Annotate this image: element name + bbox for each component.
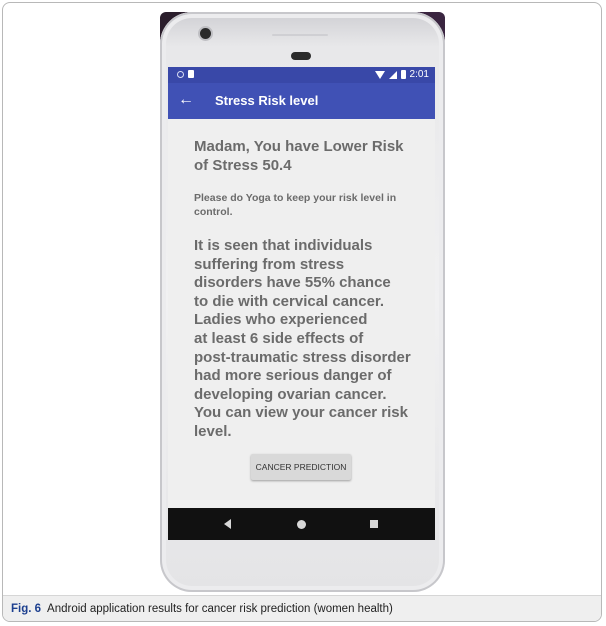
figure-caption: Fig. 6 Android application results for ca… xyxy=(3,595,601,621)
back-arrow-icon[interactable]: ← xyxy=(178,91,194,109)
status-left-icons xyxy=(177,70,194,78)
advice-text: Please do Yoga to keep your risk level i… xyxy=(194,192,397,218)
caption-text: Android application results for cancer r… xyxy=(47,603,393,615)
status-right-icons: 2:01 xyxy=(374,69,429,80)
nav-home-icon[interactable] xyxy=(297,520,306,529)
risk-headline: Madam, You have Lower Risk of Stress 50.… xyxy=(194,138,404,174)
info-paragraph: It is seen that individuals suffering fr… xyxy=(194,237,411,440)
app-title: Stress Risk level xyxy=(215,93,319,108)
speaker-icon xyxy=(291,52,311,60)
front-camera-icon xyxy=(200,28,211,39)
notification-dot-icon xyxy=(177,70,184,78)
wifi-icon xyxy=(374,70,385,79)
sim-card-icon xyxy=(188,70,194,78)
battery-icon xyxy=(400,70,406,79)
caption-label: Fig. 6 xyxy=(11,603,42,615)
navigation-bar xyxy=(168,508,435,540)
app-bar: ← Stress Risk level xyxy=(168,83,435,119)
status-time: 2:01 xyxy=(409,69,429,80)
earpiece-line xyxy=(272,34,328,36)
phone-screen: 2:01 ← Stress Risk level Madam, You have… xyxy=(168,67,435,540)
cancer-prediction-button[interactable]: CANCER PREDICTION xyxy=(251,454,351,480)
nav-recent-icon[interactable] xyxy=(370,520,378,528)
signal-icon xyxy=(388,70,397,79)
status-bar: 2:01 xyxy=(168,67,435,83)
nav-back-icon[interactable] xyxy=(224,519,231,529)
